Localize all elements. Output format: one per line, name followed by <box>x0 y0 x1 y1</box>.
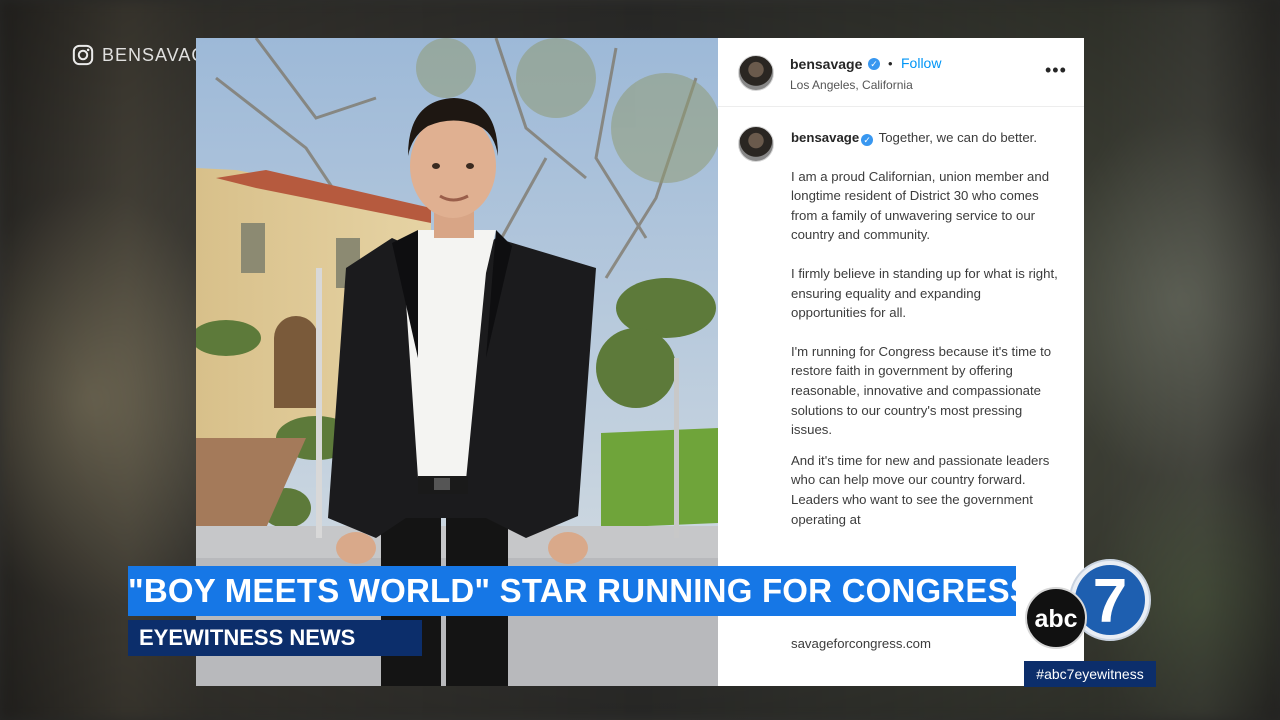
caption-paragraph: I'm running for Congress because it's ti… <box>791 343 1052 438</box>
follow-button[interactable]: Follow <box>901 55 941 71</box>
headline-banner: "BOY MEETS WORLD" STAR RUNNING FOR CONGR… <box>128 566 1033 616</box>
caption-username[interactable]: bensavage <box>791 130 859 145</box>
separator-dot: • <box>888 56 893 71</box>
post-location[interactable]: Los Angeles, California <box>790 78 913 92</box>
caption-link[interactable]: savageforcongress.com <box>791 634 1059 654</box>
caption-first-line: Together, we can do better. <box>878 130 1037 145</box>
caption-paragraph: And it's time for new and passionate lea… <box>791 452 1050 527</box>
instagram-icon <box>72 44 94 66</box>
program-banner: EYEWITNESS NEWS <box>128 620 422 656</box>
logo-text: abc <box>1034 605 1077 633</box>
headline-text: "BOY MEETS WORLD" STAR RUNNING FOR CONGR… <box>128 572 1033 609</box>
avatar[interactable] <box>738 55 774 91</box>
abc7-logo: 7 abc <box>1025 559 1151 649</box>
caption-paragraph: I firmly believe in standing up for what… <box>791 265 1058 321</box>
verified-badge-icon: ✓ <box>861 134 874 146</box>
caption-avatar[interactable] <box>738 126 774 162</box>
username-link[interactable]: bensavage <box>790 56 862 72</box>
verified-badge-icon: ✓ <box>868 58 880 70</box>
hashtag-badge: #abc7eyewitness <box>1024 661 1156 687</box>
post-header: bensavage ✓ • Follow Los Angeles, Califo… <box>718 38 1084 107</box>
caption-paragraph: I am a proud Californian, union member a… <box>791 168 1050 243</box>
logo-number: 7 <box>1093 567 1127 636</box>
more-options-icon[interactable]: ••• <box>1045 60 1067 81</box>
